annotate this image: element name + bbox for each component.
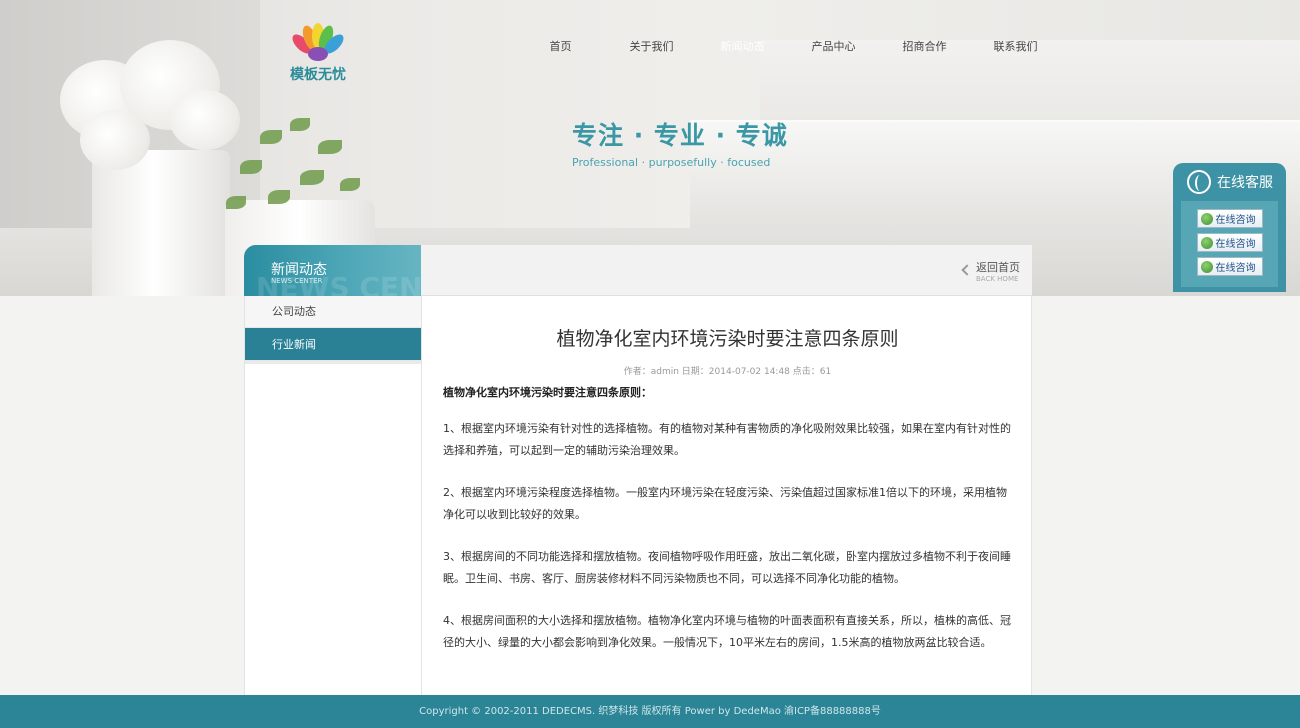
slogan-cn: 专注 · 专业 · 专诚 [572, 121, 788, 150]
plant-leaf [240, 160, 262, 174]
consult-button[interactable]: 在线咨询 [1196, 233, 1263, 252]
plant-leaf [300, 170, 324, 185]
sidebar-header: NEWS CEN 新闻动态 NEWS CENTER [244, 245, 422, 304]
nav-label: 招商合作 [902, 40, 947, 53]
plant-leaf [318, 140, 342, 154]
online-service-panel: 在线客服 在线咨询 在线咨询 在线咨询 [1173, 163, 1286, 292]
nav-item-business[interactable]: 招商合作 [879, 30, 970, 66]
consult-button[interactable]: 在线咨询 [1196, 209, 1263, 228]
nav-label: 联系我们 [993, 40, 1038, 53]
vase-left [92, 150, 230, 296]
nav-item-news[interactable]: 新闻动态 [697, 30, 788, 66]
sidebar-subtitle: NEWS CENTER [271, 277, 323, 285]
plant-leaf [290, 118, 310, 131]
copyright-text: Copyright © 2002-2011 DEDECMS. 织梦科技 版权所有… [419, 706, 881, 717]
article-paragraph: 2、根据室内环境污染程度选择植物。一般室内环境污染在轻度污染、污染值超过国家标准… [443, 486, 1007, 521]
back-home-link[interactable]: 返回首页 BACK HOME [961, 259, 1020, 283]
sidebar-item-industry-news[interactable]: 行业新闻 [245, 328, 421, 361]
sidebar-menu: 公司动态 行业新闻 [244, 296, 421, 695]
plant-leaf [226, 196, 246, 209]
service-title: 在线客服 [1217, 175, 1273, 191]
article-paragraph: 3、根据房间的不同功能选择和摆放植物。夜间植物呼吸作用旺盛，放出二氧化碳，卧室内… [443, 550, 1011, 585]
sidebar-title: 新闻动态 [271, 262, 327, 278]
back-home-sublabel: BACK HOME [976, 275, 1019, 283]
consult-label: 在线咨询 [1215, 239, 1256, 250]
logo-text: 模板无忧 [290, 67, 346, 83]
qq-icon [1200, 260, 1213, 273]
plant-leaf [268, 190, 290, 204]
service-header: 在线客服 [1173, 163, 1286, 201]
article-title: 植物净化室内环境污染时要注意四条原则 [556, 328, 899, 350]
sidebar-divider [245, 361, 421, 364]
plant-leaf [260, 130, 282, 144]
site-logo[interactable]: 模板无忧 [282, 22, 354, 84]
nav-item-products[interactable]: 产品中心 [788, 30, 879, 66]
nav-item-contact[interactable]: 联系我们 [970, 30, 1061, 66]
article: 植物净化室内环境污染时要注意四条原则 作者：admin 日期：2014-07-0… [421, 296, 1032, 695]
article-meta: 作者：admin 日期：2014-07-02 14:48 点击：61 [623, 367, 832, 377]
consult-button[interactable]: 在线咨询 [1196, 257, 1263, 276]
nav-label: 产品中心 [811, 40, 856, 53]
nav-item-home[interactable]: 首页 [515, 30, 606, 66]
plant-leaf [340, 178, 360, 191]
chevron-left-icon [961, 264, 973, 276]
nav-item-about[interactable]: 关于我们 [606, 30, 697, 66]
logo-icon [292, 23, 344, 61]
site-footer: Copyright © 2002-2011 DEDECMS. 织梦科技 版权所有… [0, 695, 1300, 728]
flower-petal [80, 110, 150, 170]
nav-label: 新闻动态 [720, 40, 765, 53]
article-body: 植物净化室内环境污染时要注意四条原则： 1、根据室内环境污染有针对性的选择植物。… [443, 384, 1013, 674]
article-paragraph: 4、根据房间面积的大小选择和摆放植物。植物净化室内环境与植物的叶面表面积有直接关… [443, 614, 1011, 649]
nav-label: 首页 [549, 40, 572, 53]
banner-slogan: 专注 · 专业 · 专诚 Professional · purposefully… [572, 116, 788, 169]
nav-label: 关于我们 [629, 40, 674, 53]
service-buttons: 在线咨询 在线咨询 在线咨询 [1181, 201, 1278, 287]
qq-icon [1200, 212, 1213, 225]
article-paragraph: 1、根据室内环境污染有针对性的选择植物。有的植物对某种有害物质的净化吸附效果比较… [443, 422, 1011, 457]
content-header: 返回首页 BACK HOME [421, 245, 1032, 296]
main-nav: 首页 关于我们 新闻动态 产品中心 招商合作 联系我们 [515, 30, 1061, 66]
slogan-en: Professional · purposefully · focused [572, 156, 771, 169]
consult-label: 在线咨询 [1215, 215, 1256, 226]
back-home-label: 返回首页 [976, 261, 1020, 274]
qq-icon [1200, 236, 1213, 249]
article-lead: 植物净化室内环境污染时要注意四条原则： [443, 386, 652, 399]
sidebar-item-company-news[interactable]: 公司动态 [245, 296, 421, 328]
consult-label: 在线咨询 [1215, 263, 1256, 274]
service-logo-icon [1187, 170, 1211, 194]
flower-petal [170, 90, 240, 150]
